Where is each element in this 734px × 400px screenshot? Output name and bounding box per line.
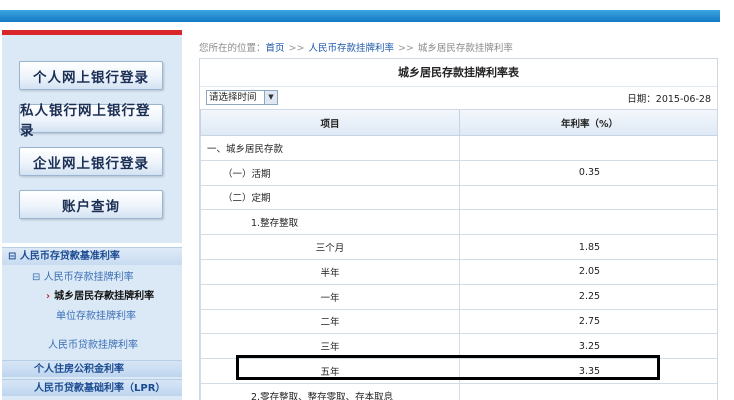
menu-item-lpr[interactable]: 人民币贷款基础利率（LPR）: [2, 379, 182, 396]
row-item-cell: 1.整存整取: [200, 209, 460, 236]
row-item-cell: 三个月: [200, 234, 460, 260]
row-rate-cell: [459, 382, 717, 400]
date-display: 日期：2015-06-28: [627, 91, 711, 105]
row-item-cell: （一）活期: [200, 159, 460, 186]
table-row: 三年 3.25: [200, 333, 717, 360]
row-rate-cell: [459, 135, 717, 161]
row-item-cell: 一、城乡居民存款: [200, 135, 460, 161]
row-item-cell: （二）定期: [200, 184, 460, 211]
top-banner-bar: [0, 10, 720, 22]
table-row: （二）定期: [200, 184, 717, 211]
personal-ebank-login-button[interactable]: 个人网上银行登录: [19, 61, 163, 90]
row-rate-cell: 2.05: [459, 258, 717, 285]
row-item-cell: 三年: [200, 333, 460, 360]
row-rate-cell: [459, 209, 717, 236]
row-rate-cell: 1.85: [459, 234, 717, 260]
row-rate-cell: 2.75: [459, 308, 717, 335]
table-row: 一、城乡居民存款: [200, 135, 717, 161]
menu-item-housing-fund[interactable]: 个人住房公积金利率: [2, 360, 182, 377]
menu-item-label: 城乡居民存款挂牌利率: [54, 291, 155, 302]
row-item-cell: 五年: [200, 358, 460, 384]
menu-category-loan-deposit[interactable]: ⊟ 人民币存贷款基准利率: [2, 247, 182, 265]
time-select-value: 请选择时间: [209, 92, 257, 103]
row-rate-cell: 2.25: [459, 283, 717, 310]
breadcrumb-separator: >>: [397, 43, 414, 54]
private-ebank-login-button[interactable]: 私人银行网上银行登录: [19, 103, 163, 139]
chevron-down-icon[interactable]: ▼: [264, 91, 277, 104]
menu-item-urban-rural-deposit[interactable]: › 城乡居民存款挂牌利率: [2, 288, 182, 305]
left-sidebar: 个人网上银行登录 私人银行网上银行登录 企业网上银行登录 账户查询 ⊟ 人民币存…: [2, 30, 182, 400]
rate-table-body: 一、城乡居民存款 （一）活期 0.35 （二）定期 1.整存整取 三个月 1.85 半年 2.0…: [200, 135, 717, 400]
column-header-rate: 年利率（%）: [459, 110, 717, 136]
table-row: （一）活期 0.35: [200, 159, 717, 186]
table-row: 五年 3.35: [200, 358, 717, 384]
menu-category-label: 人民币存贷款基准利率: [19, 251, 120, 262]
row-rate-cell: 3.35: [459, 358, 717, 384]
login-buttons-panel: 个人网上银行登录 私人银行网上银行登录 企业网上银行登录 账户查询: [2, 35, 182, 243]
corporate-ebank-login-button[interactable]: 企业网上银行登录: [19, 147, 163, 176]
row-rate-cell: 0.35: [459, 159, 717, 186]
collapse-icon[interactable]: ⊟: [8, 251, 16, 262]
table-row: 2.零存整取、整存零取、存本取息: [200, 382, 717, 400]
table-row: 三个月 1.85: [200, 234, 717, 260]
row-item-cell: 2.零存整取、整存零取、存本取息: [200, 382, 460, 400]
row-rate-cell: [459, 184, 717, 211]
date-label: 日期：: [627, 94, 656, 105]
account-query-button[interactable]: 账户查询: [19, 190, 163, 219]
row-item-cell: 二年: [200, 308, 460, 335]
active-arrow-icon: ›: [46, 291, 51, 302]
breadcrumb-home-link[interactable]: 首页: [266, 43, 285, 54]
table-row: 1.整存整取: [200, 209, 717, 236]
date-value: 2015-06-28: [655, 94, 711, 105]
time-select[interactable]: 请选择时间 ▼: [206, 90, 278, 105]
row-item-cell: 一年: [200, 283, 460, 310]
breadcrumb-separator: >>: [288, 43, 305, 54]
page-title: 城乡居民存款挂牌利率表: [200, 59, 717, 87]
breadcrumb-deposit-link[interactable]: 人民币存款挂牌利率: [308, 43, 394, 54]
breadcrumb-prefix: 您所在的位置：: [199, 43, 266, 54]
table-row: 二年 2.75: [200, 308, 717, 335]
menu-item-label: 人民币存款挂牌利率: [43, 272, 134, 283]
row-item-cell: 半年: [200, 258, 460, 285]
column-header-item: 项目: [200, 110, 460, 136]
filter-row: 请选择时间 ▼ 日期：2015-06-28: [200, 87, 717, 110]
breadcrumb: 您所在的位置：首页 >> 人民币存款挂牌利率 >> 城乡居民存款挂牌利率: [199, 40, 513, 54]
menu-item-deposit-listed-rate[interactable]: ⊟ 人民币存款挂牌利率: [2, 269, 182, 286]
breadcrumb-current: 城乡居民存款挂牌利率: [417, 43, 513, 54]
menu-item-unit-deposit[interactable]: 单位存款挂牌利率: [2, 308, 182, 325]
row-rate-cell: 3.25: [459, 333, 717, 360]
table-row: 一年 2.25: [200, 283, 717, 310]
table-row: 半年 2.05: [200, 258, 717, 285]
menu-item-loan-listed-rate[interactable]: 人民币贷款挂牌利率: [2, 337, 182, 354]
rate-table-panel: 城乡居民存款挂牌利率表 请选择时间 ▼ 日期：2015-06-28 项目 年利率…: [199, 58, 718, 400]
collapse-icon[interactable]: ⊟: [32, 272, 40, 283]
table-header-row: 项目 年利率（%）: [200, 110, 717, 136]
rate-table: 项目 年利率（%） 一、城乡居民存款 （一）活期 0.35 （二）定期 1.整存整取 三个…: [200, 110, 717, 400]
